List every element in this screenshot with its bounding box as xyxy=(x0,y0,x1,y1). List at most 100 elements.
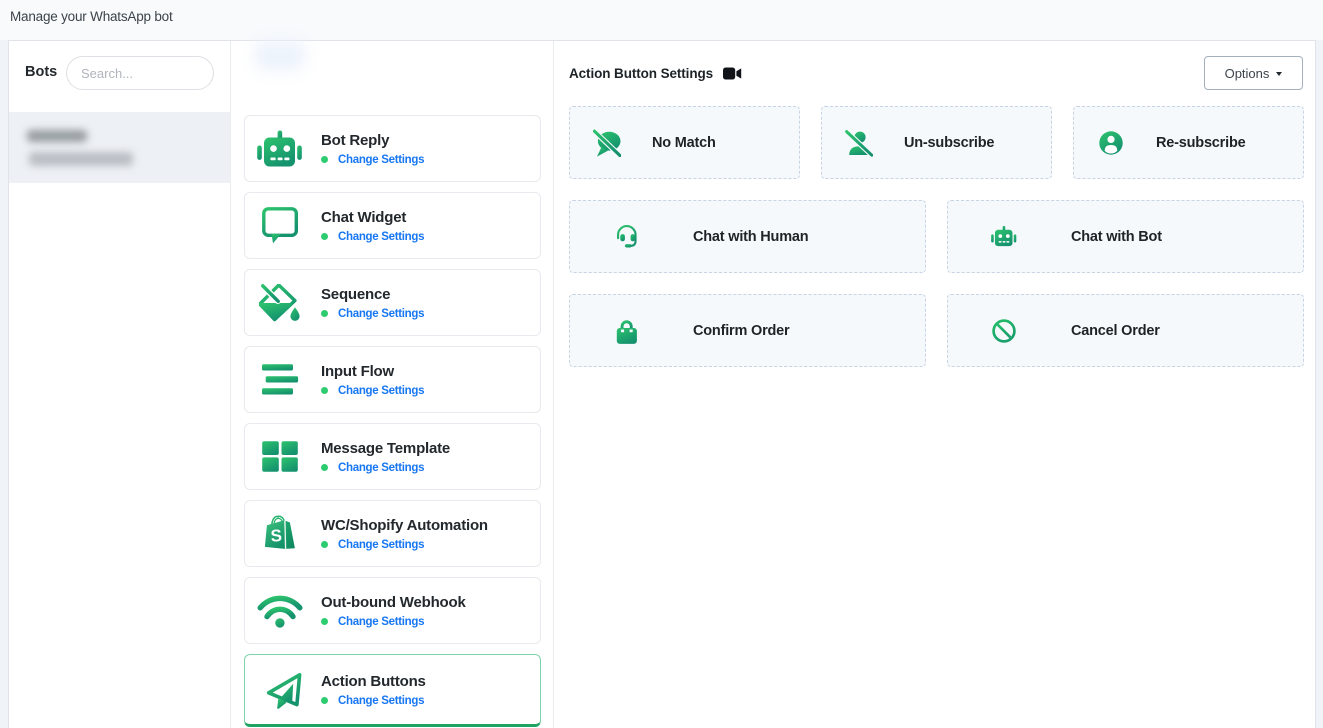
module-text: Out-bound Webhook Change Settings xyxy=(321,594,466,628)
modules-list: Bot Reply Change Settings Chat Widget Chan… xyxy=(244,115,541,728)
action-button-un-subscribe[interactable]: Un-subscribe xyxy=(821,106,1052,179)
action-buttons-grid: No Match Un-subscribe Re-subscribe Chat … xyxy=(569,106,1304,388)
paper-plane-icon xyxy=(257,668,303,712)
page-title: Manage your WhatsApp bot xyxy=(10,9,173,24)
module-action-row: Change Settings xyxy=(321,154,424,166)
module-card-input-flow[interactable]: Input Flow Change Settings xyxy=(244,346,541,413)
module-action-row: Change Settings xyxy=(321,385,424,397)
module-card-wc-shopify-automation[interactable]: S WC/Shopify Automation Change Settings xyxy=(244,500,541,567)
status-dot xyxy=(321,618,328,625)
status-dot xyxy=(321,697,328,704)
module-text: Sequence Change Settings xyxy=(321,286,424,320)
module-text: Action Buttons Change Settings xyxy=(321,673,426,707)
action-button-row-2: Chat with Human Chat with Bot xyxy=(569,200,1304,273)
action-button-label: Chat with Human xyxy=(693,229,808,245)
action-button-settings-panel: Action Button Settings Options No Match xyxy=(554,41,1315,728)
bots-search-input[interactable] xyxy=(66,56,214,90)
module-action-row: Change Settings xyxy=(321,231,424,243)
module-action-row: Change Settings xyxy=(321,462,450,474)
wifi-icon xyxy=(257,589,303,633)
headset-icon xyxy=(612,223,640,251)
module-card-message-template[interactable]: Message Template Change Settings xyxy=(244,423,541,490)
module-label: Bot Reply xyxy=(321,132,424,150)
action-button-label: Confirm Order xyxy=(693,323,790,339)
module-label: Input Flow xyxy=(321,363,424,381)
change-settings-link[interactable]: Change Settings xyxy=(338,231,424,243)
change-settings-link[interactable]: Change Settings xyxy=(338,695,424,707)
action-button-no-match[interactable]: No Match xyxy=(569,106,800,179)
comment-slash-icon xyxy=(593,129,621,157)
status-dot xyxy=(321,541,328,548)
user-slash-icon xyxy=(845,129,873,157)
modules-panel: Bot Reply Change Settings Chat Widget Chan… xyxy=(231,41,554,728)
module-label: WC/Shopify Automation xyxy=(321,517,488,535)
admin-topbar: Manage your WhatsApp bot xyxy=(0,0,1323,40)
action-button-chat-with-bot[interactable]: Chat with Bot xyxy=(947,200,1304,273)
change-settings-link[interactable]: Change Settings xyxy=(338,539,424,551)
change-settings-link[interactable]: Change Settings xyxy=(338,385,424,397)
module-card-chat-widget[interactable]: Chat Widget Change Settings xyxy=(244,192,541,259)
module-action-row: Change Settings xyxy=(321,308,424,320)
chat-bubble-icon xyxy=(257,204,303,248)
module-text: WC/Shopify Automation Change Settings xyxy=(321,517,488,551)
module-label: Message Template xyxy=(321,440,450,458)
change-settings-link[interactable]: Change Settings xyxy=(338,154,424,166)
bot-list-item-selected[interactable] xyxy=(9,112,230,183)
bot-number-redacted xyxy=(29,152,133,166)
change-settings-link[interactable]: Change Settings xyxy=(338,308,424,320)
action-button-label: No Match xyxy=(652,135,716,151)
status-dot xyxy=(321,233,328,240)
options-button-label: Options xyxy=(1225,66,1270,81)
options-button[interactable]: Options xyxy=(1204,56,1303,90)
module-card-out-bound-webhook[interactable]: Out-bound Webhook Change Settings xyxy=(244,577,541,644)
bots-panel-title: Bots xyxy=(25,64,57,80)
caret-down-icon xyxy=(1276,72,1282,76)
action-button-confirm-order[interactable]: Confirm Order xyxy=(569,294,926,367)
change-settings-link[interactable]: Change Settings xyxy=(338,462,424,474)
module-label: Chat Widget xyxy=(321,209,424,227)
blurred-logo xyxy=(254,44,306,71)
module-text: Input Flow Change Settings xyxy=(321,363,424,397)
plugin-container: Bots Bot Reply Change Settings Chat Widge… xyxy=(8,40,1316,728)
action-button-label: Un-subscribe xyxy=(904,135,994,151)
ban-icon xyxy=(990,317,1018,345)
status-dot xyxy=(321,387,328,394)
action-button-re-subscribe[interactable]: Re-subscribe xyxy=(1073,106,1304,179)
module-text: Bot Reply Change Settings xyxy=(321,132,424,166)
change-settings-link[interactable]: Change Settings xyxy=(338,616,424,628)
module-label: Action Buttons xyxy=(321,673,426,691)
bot-name-redacted xyxy=(27,130,87,142)
module-card-action-buttons[interactable]: Action Buttons Change Settings xyxy=(244,654,541,727)
module-text: Chat Widget Change Settings xyxy=(321,209,424,243)
module-label: Out-bound Webhook xyxy=(321,594,466,612)
action-button-row-3: Confirm Order Cancel Order xyxy=(569,294,1304,367)
settings-header: Action Button Settings Options xyxy=(569,56,1303,90)
action-button-label: Chat with Bot xyxy=(1071,229,1162,245)
video-camera-icon[interactable] xyxy=(723,67,742,80)
module-card-sequence[interactable]: Sequence Change Settings xyxy=(244,269,541,336)
fill-drip-icon xyxy=(257,281,303,325)
shopping-bag-icon xyxy=(612,317,640,345)
action-button-row-1: No Match Un-subscribe Re-subscribe xyxy=(569,106,1304,179)
svg-text:S: S xyxy=(270,526,283,546)
robot-icon xyxy=(257,127,303,171)
status-dot xyxy=(321,310,328,317)
settings-title: Action Button Settings xyxy=(569,66,713,81)
module-text: Message Template Change Settings xyxy=(321,440,450,474)
module-action-row: Change Settings xyxy=(321,695,426,707)
action-button-label: Cancel Order xyxy=(1071,323,1160,339)
grid-cells-icon xyxy=(257,435,303,479)
module-action-row: Change Settings xyxy=(321,539,488,551)
bars-staggered-icon xyxy=(257,358,303,402)
status-dot xyxy=(321,156,328,163)
status-dot xyxy=(321,464,328,471)
module-label: Sequence xyxy=(321,286,424,304)
circle-user-icon xyxy=(1097,129,1125,157)
module-card-bot-reply[interactable]: Bot Reply Change Settings xyxy=(244,115,541,182)
bots-panel: Bots xyxy=(9,41,231,728)
action-button-cancel-order[interactable]: Cancel Order xyxy=(947,294,1304,367)
action-button-label: Re-subscribe xyxy=(1156,135,1245,151)
action-button-chat-with-human[interactable]: Chat with Human xyxy=(569,200,926,273)
shopify-bag-icon: S xyxy=(257,512,303,556)
module-action-row: Change Settings xyxy=(321,616,466,628)
